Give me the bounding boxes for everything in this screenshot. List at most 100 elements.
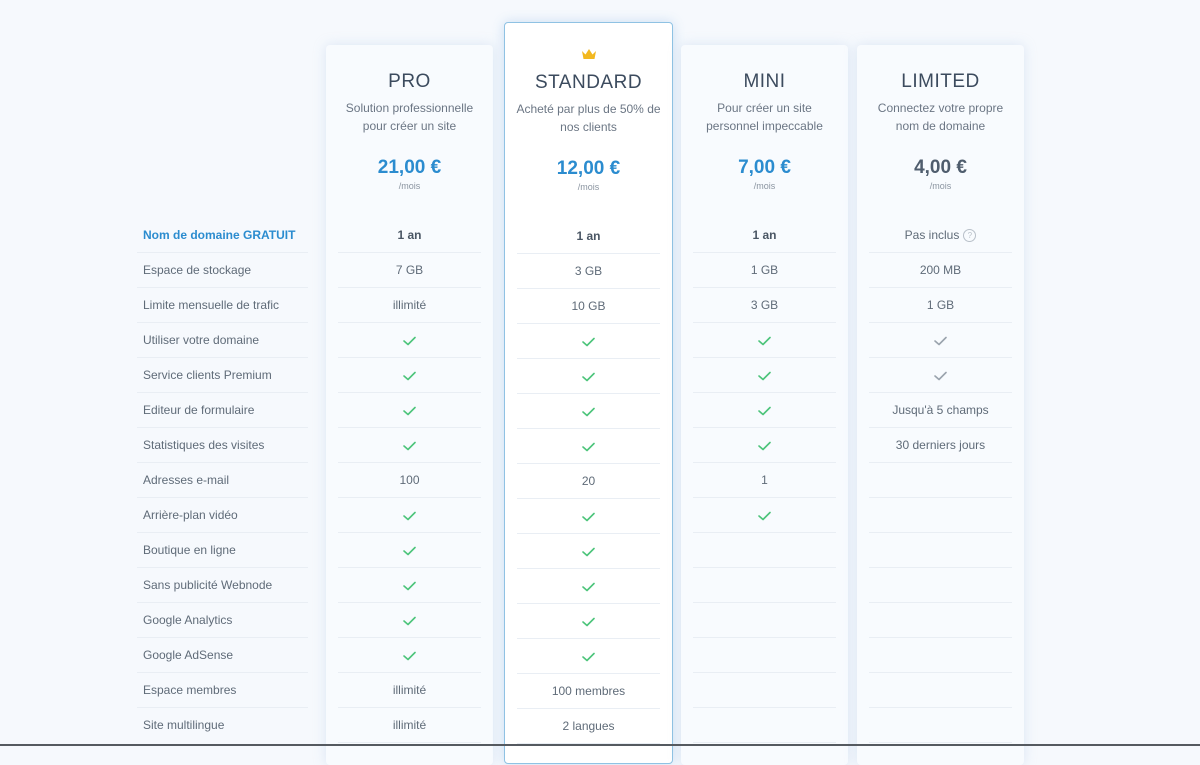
plan-cell: 30 derniers jours bbox=[869, 428, 1012, 463]
cell-value: 100 bbox=[399, 473, 420, 487]
cell-value: illimité bbox=[392, 298, 427, 312]
cell-value: 1 GB bbox=[926, 298, 955, 312]
plan-description: Solution professionnelle pour créer un si… bbox=[345, 101, 474, 133]
feature-label: Limite mensuelle de trafic bbox=[137, 288, 308, 323]
feature-label: Adresses e-mail bbox=[137, 463, 308, 498]
check-icon bbox=[403, 438, 416, 452]
check-icon bbox=[403, 403, 416, 417]
plan-card-limited: LIMITED Connectez votre propre nom de doma… bbox=[857, 45, 1024, 765]
help-icon[interactable]: ? bbox=[963, 229, 977, 243]
plan-cell bbox=[693, 428, 836, 463]
plan-cell bbox=[869, 533, 1012, 568]
check-icon bbox=[403, 648, 416, 662]
cell-value: 1 an bbox=[397, 228, 422, 242]
feature-label: Arrière-plan vidéo bbox=[137, 498, 308, 533]
plan-card-mini: MINI Pour créer un site personnel impeccab… bbox=[681, 45, 848, 765]
plan-cell: 200 MB bbox=[869, 253, 1012, 288]
plan-cell bbox=[693, 673, 836, 708]
feature-label: Sans publicité Webnode bbox=[137, 568, 308, 603]
feature-label[interactable]: Nom de domaine GRATUIT bbox=[137, 218, 308, 253]
plan-cell: 100 membres bbox=[517, 674, 660, 709]
plan-cell bbox=[517, 499, 660, 534]
plan-cell bbox=[517, 569, 660, 604]
plan-cell: illimité bbox=[338, 708, 481, 743]
plan-cell bbox=[693, 638, 836, 673]
cell-value: 20 bbox=[581, 474, 596, 488]
plan-cell: 1 an bbox=[517, 219, 660, 254]
plan-cell bbox=[869, 603, 1012, 638]
plan-cell: 100 bbox=[338, 463, 481, 498]
plan-cell bbox=[869, 708, 1012, 743]
plan-cell bbox=[869, 568, 1012, 603]
check-icon bbox=[403, 578, 416, 592]
plan-cell bbox=[338, 638, 481, 673]
plan-name: PRO bbox=[388, 71, 431, 92]
feature-label: Editeur de formulaire bbox=[137, 393, 308, 428]
cell-value: 200 MB bbox=[919, 263, 962, 277]
check-icon bbox=[758, 403, 771, 417]
feature-labels: Nom de domaine GRATUIT Espace de stockage… bbox=[137, 218, 308, 743]
cell-value: 30 derniers jours bbox=[895, 438, 986, 452]
feature-label: Google Analytics bbox=[137, 603, 308, 638]
cell-value: Pas inclus bbox=[904, 228, 960, 242]
plan-cell bbox=[693, 358, 836, 393]
plan-name: MINI bbox=[743, 71, 786, 92]
price-period: /mois bbox=[577, 182, 600, 192]
check-icon bbox=[403, 613, 416, 627]
check-icon bbox=[758, 438, 771, 452]
plan-cell: 1 bbox=[693, 463, 836, 498]
plan-cell bbox=[517, 429, 660, 464]
cell-value: 7 GB bbox=[395, 263, 424, 277]
check-icon bbox=[758, 508, 771, 522]
plan-cell bbox=[338, 393, 481, 428]
plan-cell bbox=[693, 533, 836, 568]
plan-card-pro: PRO Solution professionnelle pour créer un… bbox=[326, 45, 493, 765]
cell-value: 2 langues bbox=[562, 719, 615, 733]
plan-cell bbox=[517, 534, 660, 569]
check-icon bbox=[582, 334, 595, 348]
plan-cell: 10 GB bbox=[517, 289, 660, 324]
plan-description: Pour créer un site personnel impeccable bbox=[706, 101, 823, 133]
plan-cell bbox=[517, 639, 660, 674]
plan-cell: 1 GB bbox=[869, 288, 1012, 323]
plan-cell bbox=[869, 323, 1012, 358]
plan-cell: illimité bbox=[338, 673, 481, 708]
plan-cell bbox=[338, 428, 481, 463]
check-icon bbox=[582, 579, 595, 593]
plan-cell bbox=[517, 604, 660, 639]
plan-cell: 2 langues bbox=[517, 709, 660, 744]
check-icon bbox=[403, 508, 416, 522]
feature-label: Boutique en ligne bbox=[137, 533, 308, 568]
plan-cell: 3 GB bbox=[693, 288, 836, 323]
cell-value: illimité bbox=[392, 718, 427, 732]
plan-cell: Pas inclus? bbox=[869, 218, 1012, 253]
feature-label: Statistiques des visites bbox=[137, 428, 308, 463]
plan-cell bbox=[869, 358, 1012, 393]
plan-cell bbox=[338, 498, 481, 533]
plan-cell bbox=[517, 359, 660, 394]
cell-value: 1 an bbox=[752, 228, 777, 242]
price-period: /mois bbox=[398, 181, 421, 191]
plan-cell bbox=[517, 394, 660, 429]
plan-cell: 1 GB bbox=[693, 253, 836, 288]
cell-value: 1 an bbox=[576, 229, 601, 243]
plan-name: LIMITED bbox=[901, 71, 980, 92]
plan-cell bbox=[338, 323, 481, 358]
plan-cell bbox=[693, 498, 836, 533]
plan-card-standard: STANDARD Acheté par plus de 50% de nos cli… bbox=[504, 22, 673, 764]
cell-value: 3 GB bbox=[574, 264, 603, 278]
price-period: /mois bbox=[929, 181, 952, 191]
plan-cell bbox=[869, 638, 1012, 673]
check-icon bbox=[403, 543, 416, 557]
plan-cell bbox=[693, 323, 836, 358]
feature-label: Service clients Premium bbox=[137, 358, 308, 393]
check-icon bbox=[582, 649, 595, 663]
plan-cell: 1 an bbox=[693, 218, 836, 253]
plan-cell: illimité bbox=[338, 288, 481, 323]
plan-cell bbox=[338, 568, 481, 603]
cell-value: 100 membres bbox=[551, 684, 626, 698]
check-icon bbox=[403, 333, 416, 347]
feature-label: Espace de stockage bbox=[137, 253, 308, 288]
plan-price: 7,00 € bbox=[738, 157, 791, 178]
feature-label: Site multilingue bbox=[143, 718, 225, 732]
